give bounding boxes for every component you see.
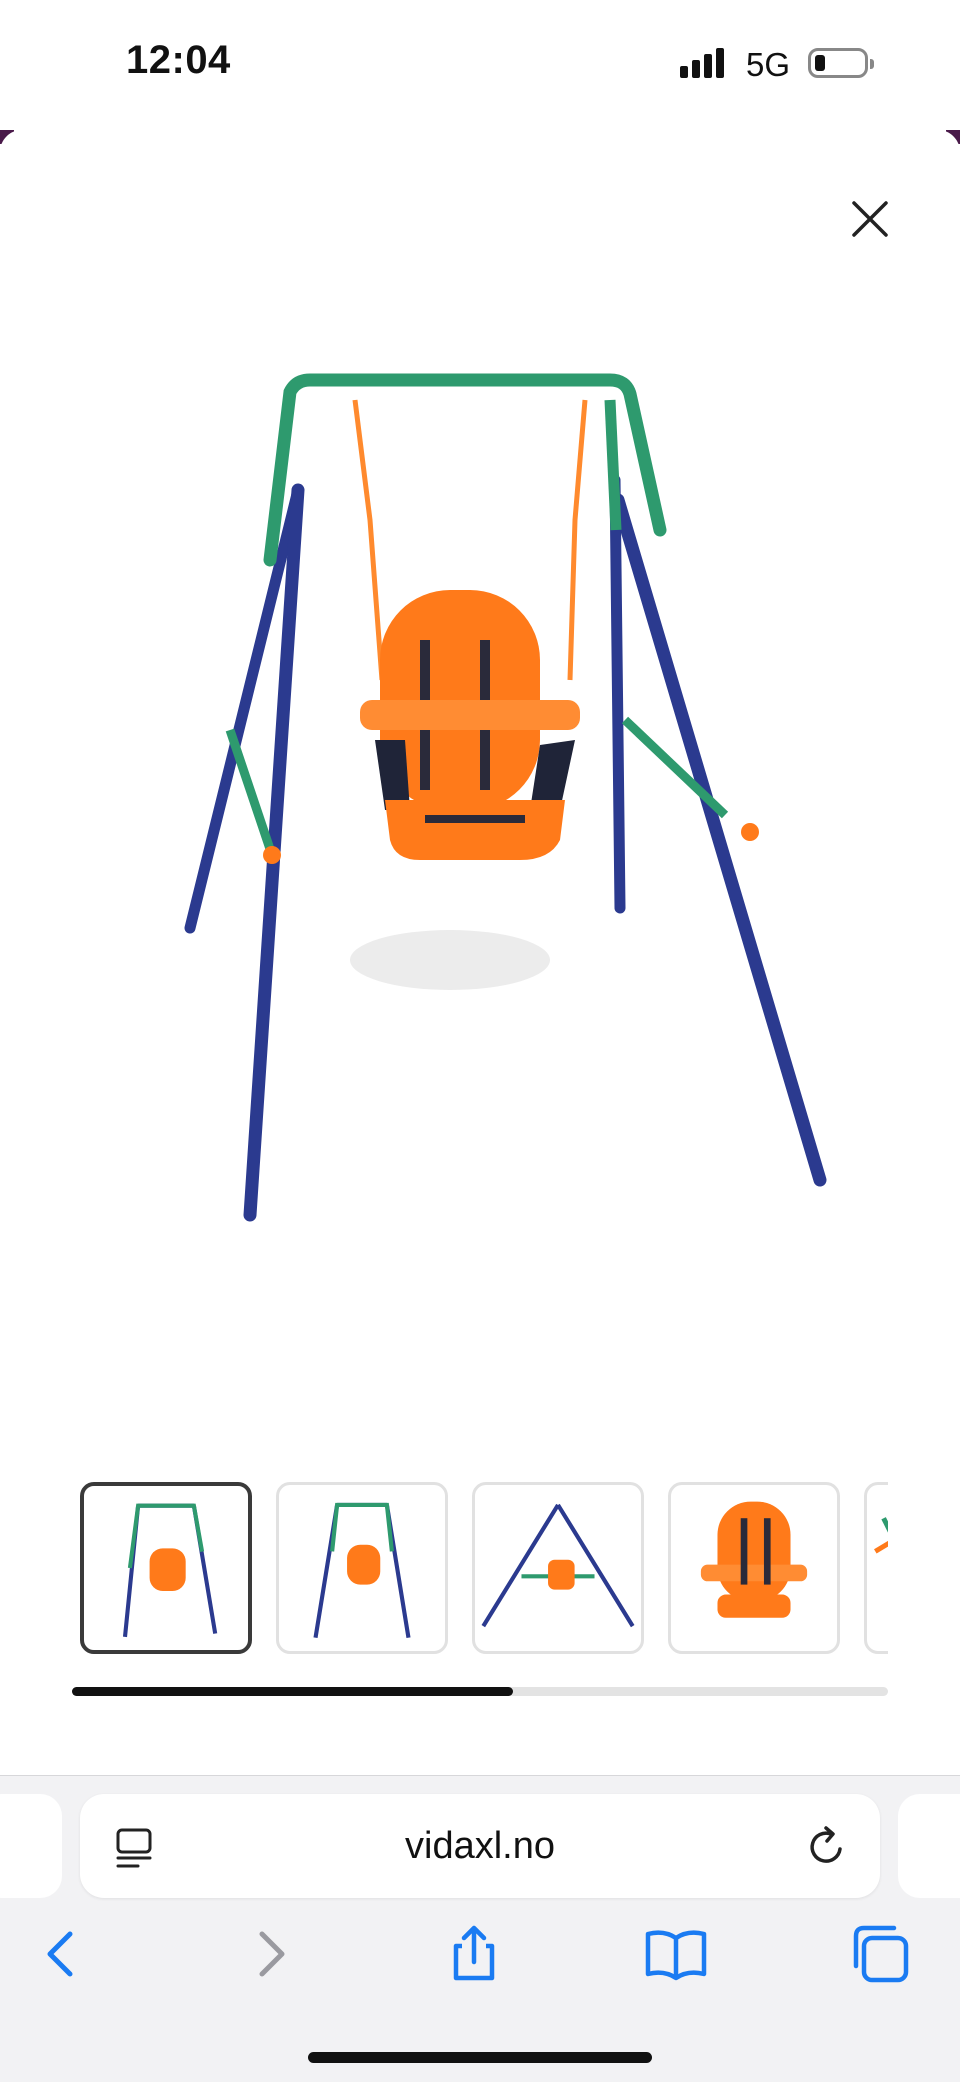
next-tab-peek[interactable]	[898, 1794, 960, 1898]
tabs-icon[interactable]	[848, 1922, 912, 1986]
browser-chrome: vidaxl.no	[0, 1775, 960, 2082]
thumbnail-image	[122, 1503, 218, 1638]
thumbnail-1[interactable]	[80, 1482, 252, 1654]
thumbnail-strip[interactable]	[80, 1480, 888, 1660]
status-time: 12:04	[126, 38, 231, 82]
home-indicator	[308, 2052, 652, 2063]
thumbnail-image	[481, 1503, 635, 1628]
address-bar[interactable]: vidaxl.no	[80, 1794, 880, 1898]
network-type: 5G	[746, 46, 791, 83]
thumbnail-image	[313, 1502, 411, 1639]
status-bar: 12:04 5G	[0, 0, 960, 130]
thumbnail-3[interactable]	[472, 1482, 644, 1654]
battery-icon	[808, 48, 874, 78]
thumbnail-image	[700, 1501, 808, 1618]
url-text[interactable]: vidaxl.no	[80, 1794, 880, 1898]
gallery-scroll-thumb	[72, 1687, 513, 1696]
close-button[interactable]	[846, 195, 894, 243]
thumbnail-5[interactable]	[864, 1482, 888, 1654]
forward-icon[interactable]	[238, 1922, 302, 1986]
bookmarks-icon[interactable]	[644, 1922, 708, 1986]
thumbnail-4[interactable]	[668, 1482, 840, 1654]
signal-icon	[680, 48, 724, 78]
share-icon[interactable]	[442, 1922, 506, 1986]
reload-icon[interactable]	[804, 1824, 850, 1870]
product-main-image[interactable]	[170, 360, 830, 1240]
close-icon	[852, 201, 888, 237]
thumbnail-2[interactable]	[276, 1482, 448, 1654]
back-icon[interactable]	[30, 1922, 94, 1986]
previous-tab-peek[interactable]	[0, 1794, 62, 1898]
thumbnail-image	[874, 1517, 888, 1554]
gallery-scroll-indicator	[72, 1687, 888, 1696]
